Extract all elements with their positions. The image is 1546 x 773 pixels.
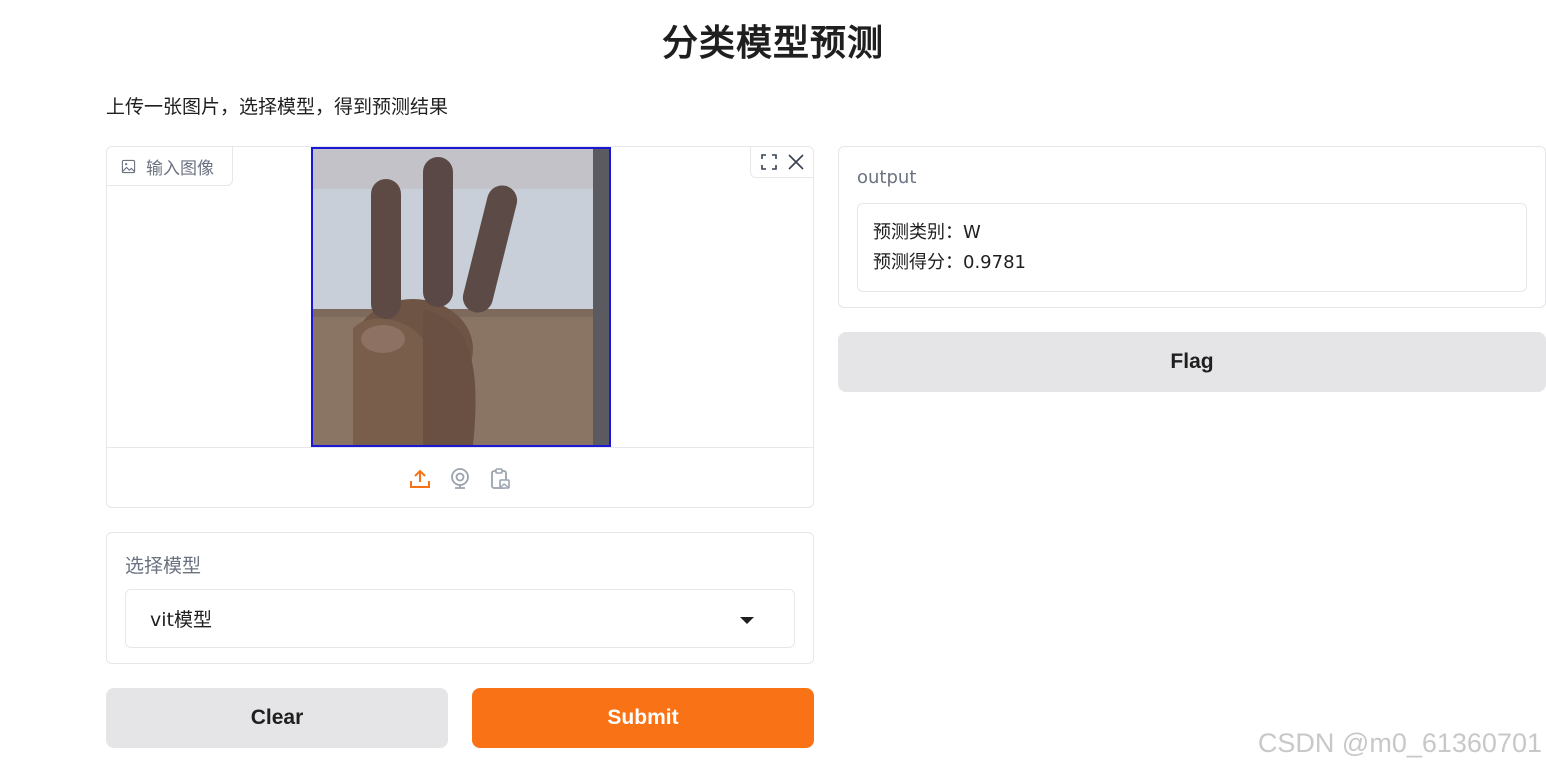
clipboard-icon[interactable] — [488, 467, 512, 491]
clear-button[interactable]: Clear — [106, 688, 448, 748]
upload-icon[interactable] — [408, 467, 432, 491]
hand-photo — [313, 149, 609, 445]
webcam-icon[interactable] — [448, 467, 472, 491]
model-select-label: 选择模型 — [125, 555, 202, 577]
page-title: 分类模型预测 — [661, 23, 884, 64]
image-input-label: 输入图像 — [107, 147, 233, 186]
output-textbox[interactable]: 预测类别：W 预测得分：0.9781 — [857, 203, 1527, 292]
output-panel: output 预测类别：W 预测得分：0.9781 — [838, 146, 1546, 308]
chevron-down-icon[interactable] — [740, 617, 754, 624]
output-line-score: 预测得分：0.9781 — [873, 252, 1026, 273]
image-source-bar — [107, 447, 813, 507]
model-dropdown[interactable]: vit模型 — [125, 589, 795, 648]
flag-button[interactable]: Flag — [838, 332, 1546, 392]
output-line-class: 预测类别：W — [873, 222, 981, 243]
uploaded-hand-image[interactable] — [311, 147, 611, 447]
close-icon[interactable] — [786, 152, 806, 172]
image-icon — [121, 159, 136, 173]
fullscreen-icon[interactable] — [759, 152, 779, 172]
image-toolbar — [750, 147, 813, 178]
page-description: 上传一张图片，选择模型，得到预测结果 — [106, 96, 449, 118]
submit-button[interactable]: Submit — [472, 688, 814, 748]
output-label: output — [857, 167, 917, 188]
image-input-label-text: 输入图像 — [146, 158, 214, 179]
model-dropdown-value: vit模型 — [150, 609, 212, 631]
image-input-panel: 输入图像 — [106, 146, 814, 508]
model-select-panel: 选择模型 vit模型 — [106, 532, 814, 664]
watermark: CSDN @m0_61360701 — [1257, 728, 1542, 758]
